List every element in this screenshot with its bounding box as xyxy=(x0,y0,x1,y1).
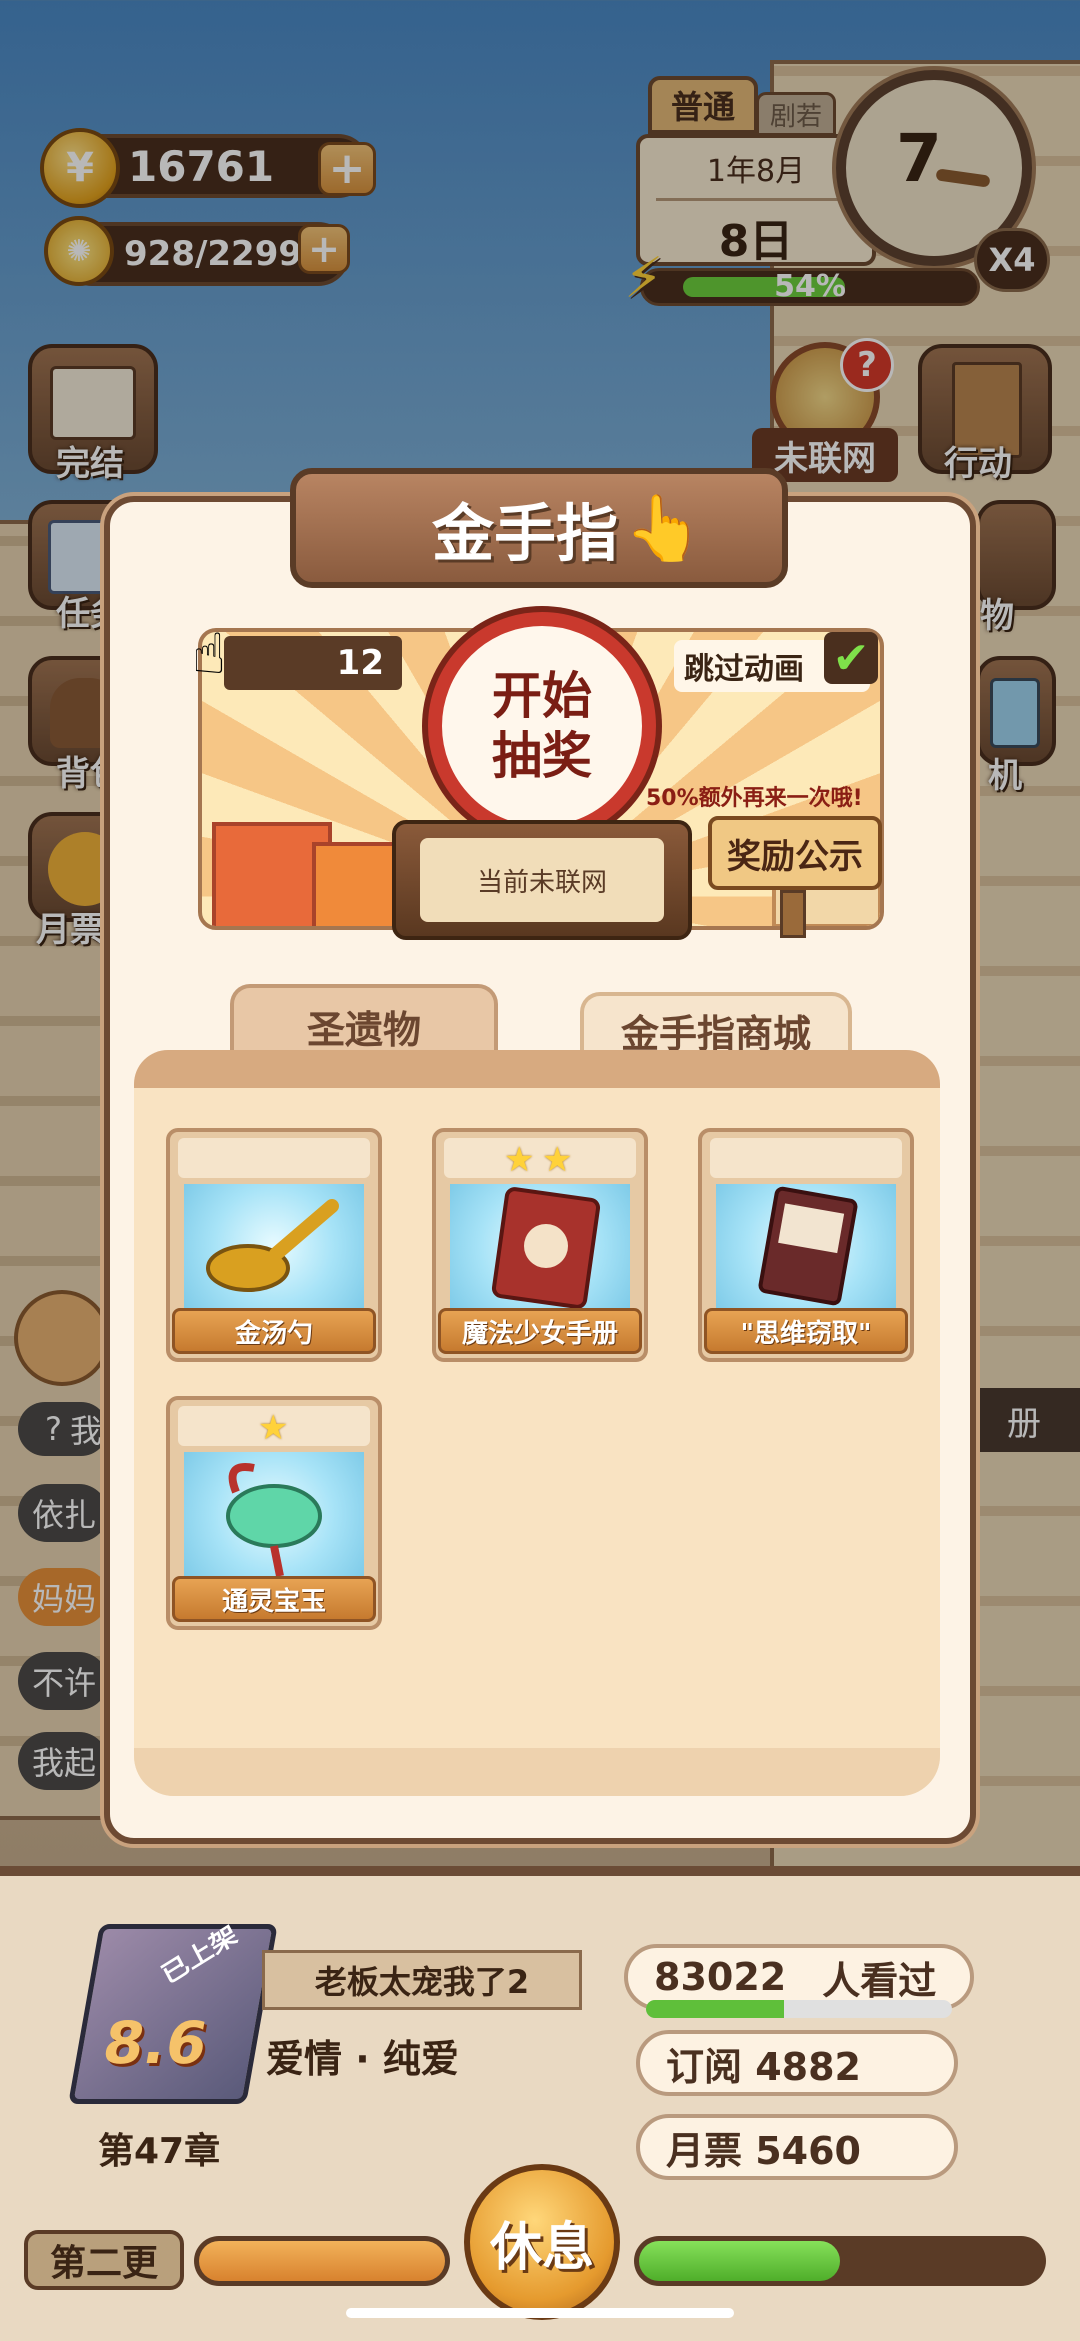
item-name: 金汤勺 xyxy=(172,1308,376,1354)
chapter-label: 第47章 xyxy=(98,2131,221,2172)
item-card[interactable]: "思维窃取" xyxy=(698,1128,914,1362)
book-title: 老板太宠我了2 xyxy=(262,1950,582,2010)
item-card[interactable]: ★ 通灵宝玉 xyxy=(166,1396,382,1630)
signpost-icon xyxy=(780,890,806,938)
network-status: 当前未联网 xyxy=(420,838,664,922)
rest-progress-bar xyxy=(634,2236,1046,2286)
item-name: 通灵宝玉 xyxy=(172,1576,376,1622)
rest-progress-fill xyxy=(639,2241,840,2281)
item-card[interactable]: 金汤勺 xyxy=(166,1128,382,1362)
shelf-tag: 已上架 xyxy=(157,1920,243,1991)
pointing-hand-icon: 👆 xyxy=(624,491,704,566)
rewards-list-button[interactable]: 奖励公示 xyxy=(708,816,882,890)
item-name: "思维窃取" xyxy=(704,1308,908,1354)
book-cover[interactable]: 已上架 8.6 xyxy=(68,1921,278,2104)
checkmark-icon[interactable]: ✔ xyxy=(824,632,878,684)
star-icon: ★ xyxy=(258,1408,289,1448)
finger-counter: 12 xyxy=(224,636,402,690)
monthly-ticket-stat: 月票 5460 xyxy=(636,2114,958,2180)
rest-button[interactable]: 休息 xyxy=(464,2164,620,2320)
item-name: 魔法少女手册 xyxy=(438,1308,642,1354)
views-progress xyxy=(646,2000,952,2018)
second-update-button[interactable]: 第二更 xyxy=(24,2230,184,2290)
finger-trophy-icon: ☝ xyxy=(192,622,227,687)
book-genre: 爱情 · 纯爱 xyxy=(266,2037,459,2081)
dialog-title: 金手指 xyxy=(432,497,619,570)
item-card[interactable]: ★ ★ 魔法少女手册 xyxy=(432,1128,648,1362)
bonus-text: 50%额外再来一次哦! xyxy=(646,786,863,811)
dialog-title-bar: 金手指 👆 xyxy=(290,468,788,588)
magic-book-icon xyxy=(491,1187,601,1309)
home-indicator[interactable] xyxy=(346,2308,734,2318)
card-icon xyxy=(758,1186,858,1306)
update-progress-bar xyxy=(194,2236,450,2286)
start-draw-button[interactable]: 开始 抽奖 xyxy=(428,612,656,840)
book-rating: 8.6 xyxy=(97,2009,213,2077)
views-progress-fill xyxy=(646,2000,784,2018)
jade-icon xyxy=(226,1463,322,1577)
spoon-icon xyxy=(206,1199,339,1292)
update-progress-fill xyxy=(199,2241,445,2281)
star-icon: ★ xyxy=(504,1140,535,1180)
status-plaque: 当前未联网 xyxy=(392,820,692,940)
subscribe-stat: 订阅 4882 xyxy=(636,2030,958,2096)
star-icon: ★ xyxy=(542,1140,573,1180)
